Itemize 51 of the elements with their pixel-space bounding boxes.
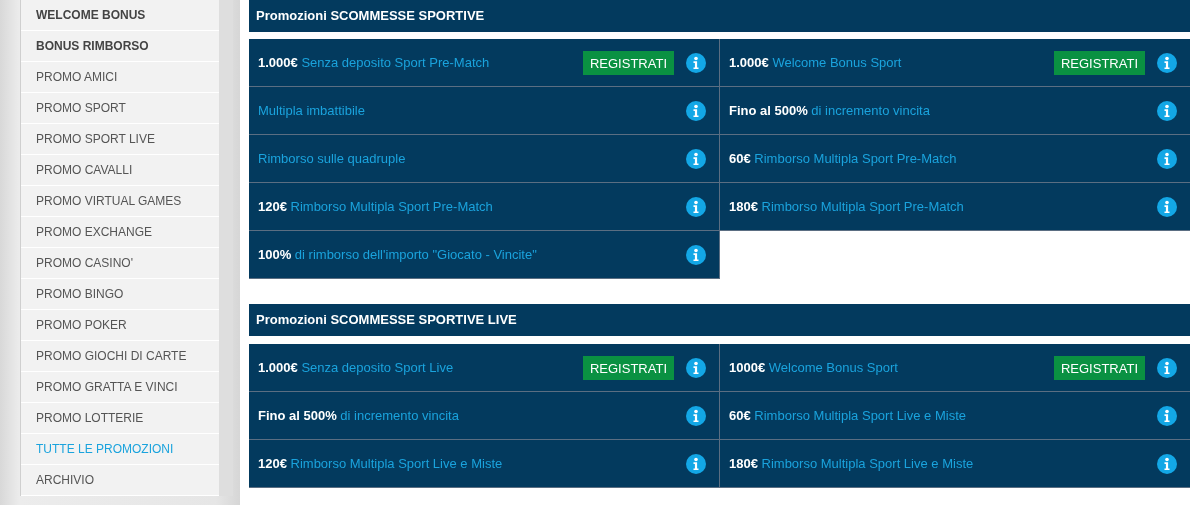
register-button[interactable]: REGISTRATI xyxy=(582,355,674,380)
promo-text: 1000€ Welcome Bonus Sport xyxy=(729,360,899,375)
register-button[interactable]: REGISTRATI xyxy=(1053,50,1145,75)
sidebar-link[interactable]: PROMO LOTTERIE xyxy=(21,403,219,434)
section-header: Promozioni SCOMMESSE SPORTIVE xyxy=(249,0,1190,32)
info-icon[interactable] xyxy=(686,148,706,169)
promo-text: 1.000€ Senza deposito Sport Pre-Match xyxy=(258,55,491,70)
info-icon[interactable] xyxy=(686,196,706,217)
info-icon[interactable] xyxy=(1157,100,1177,121)
promo-text: 100% di rimborso dell'importo "Giocato - Vincite" xyxy=(258,247,538,262)
sidebar-link[interactable]: PROMO GRATTA E VINCI xyxy=(21,372,219,403)
promo-text: 1.000€ Welcome Bonus Sport xyxy=(729,55,903,70)
promo-text: Multipla imbattibile xyxy=(258,103,366,118)
info-icon[interactable] xyxy=(1157,405,1177,426)
sidebar-link[interactable]: PROMO AMICI xyxy=(21,62,219,93)
sidebar-link[interactable]: PROMO CASINO' xyxy=(21,248,219,279)
info-icon[interactable] xyxy=(686,52,706,73)
section-header: Promozioni SCOMMESSE SPORTIVE LIVE xyxy=(249,304,1190,336)
promo-text: Fino al 500% di incremento vincita xyxy=(258,408,460,423)
info-icon[interactable] xyxy=(686,453,706,474)
info-icon[interactable] xyxy=(1157,52,1177,73)
info-icon[interactable] xyxy=(686,357,706,378)
sidebar-link[interactable]: PROMO BINGO xyxy=(21,279,219,310)
sidebar-link[interactable]: PROMO CAVALLI xyxy=(21,155,219,186)
sidebar-link[interactable]: PROMO GIOCHI DI CARTE xyxy=(21,341,219,372)
promo-text: 120€ Rimborso Multipla Sport Pre-Match xyxy=(258,199,494,214)
info-icon[interactable] xyxy=(1157,148,1177,169)
sidebar-link[interactable]: PROMO EXCHANGE xyxy=(21,217,219,248)
register-button[interactable]: REGISTRATI xyxy=(582,50,674,75)
sidebar-link[interactable]: WELCOME BONUS xyxy=(21,0,219,31)
promo-text: 180€ Rimborso Multipla Sport Pre-Match xyxy=(729,199,965,214)
sidebar-link[interactable]: PROMO POKER xyxy=(21,310,219,341)
info-icon[interactable] xyxy=(1157,357,1177,378)
sidebar-link[interactable]: PROMO SPORT xyxy=(21,93,219,124)
promo-text: 60€ Rimborso Multipla Sport Live e Miste xyxy=(729,408,967,423)
sidebar-link[interactable]: PROMO SPORT LIVE xyxy=(21,124,219,155)
info-icon[interactable] xyxy=(686,100,706,121)
promo-text: Rimborso sulle quadruple xyxy=(258,151,407,166)
info-icon[interactable] xyxy=(1157,196,1177,217)
info-icon[interactable] xyxy=(1157,453,1177,474)
sidebar-link[interactable]: ARCHIVIO xyxy=(21,465,219,496)
promo-text: 1.000€ Senza deposito Sport Live xyxy=(258,360,455,375)
promo-text: 60€ Rimborso Multipla Sport Pre-Match xyxy=(729,151,958,166)
promo-text: 180€ Rimborso Multipla Sport Live e Miste xyxy=(729,456,975,471)
promo-text: 120€ Rimborso Multipla Sport Live e Miste xyxy=(258,456,504,471)
info-icon[interactable] xyxy=(686,244,706,265)
info-icon[interactable] xyxy=(686,405,706,426)
sidebar-link[interactable]: BONUS RIMBORSO xyxy=(21,31,219,62)
register-button[interactable]: REGISTRATI xyxy=(1053,355,1145,380)
sidebar-link[interactable]: PROMO VIRTUAL GAMES xyxy=(21,186,219,217)
promo-text: Fino al 500% di incremento vincita xyxy=(729,103,931,118)
